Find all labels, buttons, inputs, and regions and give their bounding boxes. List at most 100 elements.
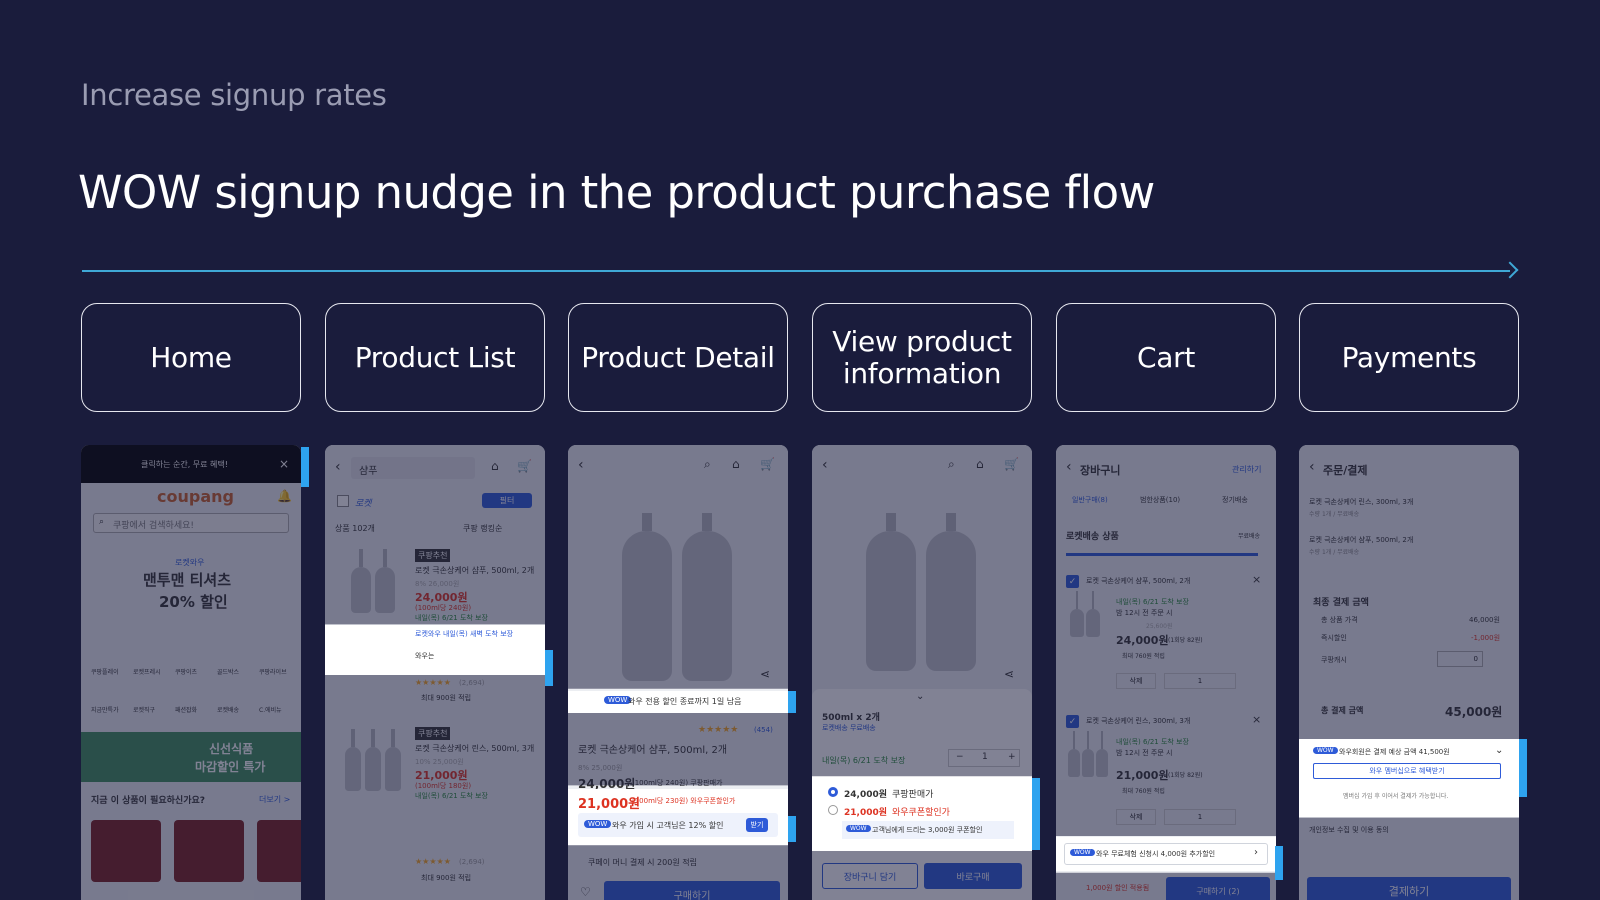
wow-strip-text[interactable]: 와우 전용 할인 종료까지 1일 남음 [628, 696, 741, 707]
step-cart: Cart [1056, 303, 1276, 412]
product-image[interactable] [351, 549, 371, 613]
order-item-sub: 수량 1개 / 무료배송 [1309, 549, 1360, 556]
cart-icon[interactable]: 🛒 [1004, 457, 1019, 471]
category-item[interactable]: 골드박스 [217, 667, 239, 676]
manage-link[interactable]: 관리하기 [1232, 464, 1261, 475]
option-price-label: 쿠팡판매가 [892, 790, 934, 800]
wow-delivery-text: 로켓와우 내일(목) 새벽 도착 보장 [415, 630, 514, 638]
heart-icon[interactable]: ♡ [580, 885, 591, 899]
search-icon[interactable]: ⌕ [948, 457, 955, 472]
recommend-title: 지금 이 상품이 필요하신가요? [91, 796, 205, 806]
home-icon[interactable]: ⌂ [976, 457, 984, 471]
close-icon[interactable]: × [1252, 713, 1261, 726]
quantity-minus[interactable]: − [956, 752, 964, 762]
back-icon[interactable]: ‹ [1066, 459, 1072, 475]
category-item[interactable]: 로켓직구 [133, 705, 155, 714]
product-image [926, 513, 976, 671]
option-price: 24,000원 [844, 790, 888, 800]
flow-line [82, 270, 1510, 272]
quantity-select[interactable]: 1 [1164, 809, 1236, 825]
quantity-select[interactable]: 1 [1164, 673, 1236, 689]
chevron-down-icon[interactable]: ⌄ [1495, 745, 1503, 756]
quantity-plus[interactable]: + [1008, 752, 1016, 762]
home-icon[interactable]: ⌂ [732, 457, 740, 471]
search-icon[interactable]: ⌕ [704, 457, 711, 472]
step-product-list: Product List [325, 303, 545, 412]
product-name[interactable]: 로켓 극손상케어 샴푸, 500ml, 2개 [415, 565, 534, 576]
option-name: 500ml x 2개 [822, 713, 880, 723]
delete-button[interactable]: 삭제 [1116, 809, 1156, 825]
step-payments: Payments [1299, 303, 1519, 412]
tab-regular[interactable]: 일반구매(8) [1072, 495, 1108, 505]
recommend-more-link[interactable]: 더보기 > [259, 794, 290, 805]
close-icon[interactable]: × [1252, 573, 1261, 586]
unit-price: (100ml당 240원) [415, 604, 472, 612]
product-thumbnail[interactable] [257, 820, 301, 882]
reward-text: 최대 900원 적립 [421, 874, 472, 882]
discount-label: 즉시할인 [1321, 634, 1347, 642]
category-item[interactable]: 패션잡화 [175, 705, 197, 714]
add-to-cart-button[interactable]: 장바구니 담기 [822, 863, 918, 889]
promo-line1: 맨투맨 티셔츠 [143, 571, 232, 589]
consent-text[interactable]: 개인정보 수집 및 이용 동의 [1309, 825, 1389, 835]
payments-title: 주문/결제 [1323, 464, 1368, 477]
category-item[interactable]: 지금만특가 [91, 705, 119, 714]
category-item[interactable]: 로켓배송 [217, 705, 239, 714]
back-icon[interactable]: ‹ [1309, 459, 1315, 475]
back-icon[interactable]: ‹ [335, 459, 341, 475]
cash-label: 쿠팡캐시 [1321, 656, 1347, 664]
product-image [682, 513, 732, 681]
category-item[interactable]: 로켓프레시 [133, 667, 161, 676]
product-image[interactable] [375, 549, 395, 613]
category-item[interactable]: 쿠팡이츠 [175, 667, 197, 676]
radio-unselected[interactable] [828, 805, 838, 815]
item-name[interactable]: 로켓 극손상케어 샴푸, 500ml, 2개 [1086, 576, 1190, 586]
buy-now-button[interactable]: 바로구매 [924, 863, 1022, 889]
pay-button[interactable]: 결제하기 [1307, 877, 1511, 900]
product-thumbnail[interactable] [91, 820, 161, 882]
bell-icon[interactable]: 🔔 [277, 489, 292, 503]
checkout-button[interactable]: 구매하기 (2) [1166, 877, 1270, 900]
wow-membership-button[interactable]: 와우 멤버십으로 혜택받기 [1313, 763, 1501, 779]
delivery-text: 내일(목) 6/21 도착 보장 [822, 756, 906, 765]
coupay-text: 쿠페이 머니 결제 시 200원 적립 [588, 858, 697, 867]
order-item-name: 로켓 극손상케어 린스, 300ml, 3개 [1309, 498, 1414, 506]
item-checkbox[interactable]: ✓ [1066, 715, 1079, 728]
product-name[interactable]: 로켓 극손상케어 린스, 500ml, 3개 [415, 743, 534, 754]
category-item[interactable]: C.에비뉴 [259, 705, 282, 714]
radio-selected[interactable] [828, 787, 838, 797]
cash-input[interactable]: 0 [1437, 651, 1483, 667]
rocket-filter-checkbox[interactable] [337, 495, 349, 507]
item-name[interactable]: 로켓 극손상케어 린스, 300ml, 3개 [1086, 716, 1190, 726]
share-icon[interactable]: ⋖ [1004, 667, 1014, 681]
back-icon[interactable]: ‹ [578, 457, 584, 473]
filter-button[interactable]: 필터 [482, 493, 532, 508]
tab-related[interactable]: 범한상품(10) [1140, 495, 1180, 505]
cart-title: 장바구니 [1080, 464, 1121, 477]
cart-icon[interactable]: 🛒 [517, 459, 532, 473]
product-image[interactable] [365, 729, 381, 791]
sort-select[interactable]: 쿠팡 랭킹순 [463, 523, 502, 534]
product-image[interactable] [385, 729, 401, 791]
chevron-down-icon[interactable]: ⌄ [916, 691, 924, 702]
fresh-banner[interactable] [81, 732, 301, 782]
wow-estimate-text: 와우회원은 결제 예상 금액 41,500원 [1339, 748, 1450, 756]
back-icon[interactable]: ‹ [822, 457, 828, 473]
promo-badge: 로켓와우 [175, 558, 205, 567]
cart-icon[interactable]: 🛒 [760, 457, 775, 471]
buy-button[interactable]: 구매하기 [604, 881, 780, 900]
recommend-badge: 쿠팡추천 [415, 549, 451, 562]
category-item[interactable]: 쿠팡라이브 [259, 667, 287, 676]
category-item[interactable]: 쿠팡플레이 [91, 667, 119, 676]
search-icon: ⌕ [99, 517, 105, 527]
product-image [866, 513, 916, 671]
item-checkbox[interactable]: ✓ [1066, 575, 1079, 588]
close-icon[interactable]: × [279, 457, 289, 471]
share-icon[interactable]: ⋖ [760, 667, 770, 681]
product-thumbnail[interactable] [174, 820, 244, 882]
wow-signup-button[interactable]: 받기 [746, 818, 768, 832]
home-icon[interactable]: ⌂ [491, 459, 499, 473]
product-image[interactable] [345, 729, 361, 791]
delete-button[interactable]: 삭제 [1116, 673, 1156, 689]
tab-subscription[interactable]: 정기배송 [1222, 495, 1248, 505]
